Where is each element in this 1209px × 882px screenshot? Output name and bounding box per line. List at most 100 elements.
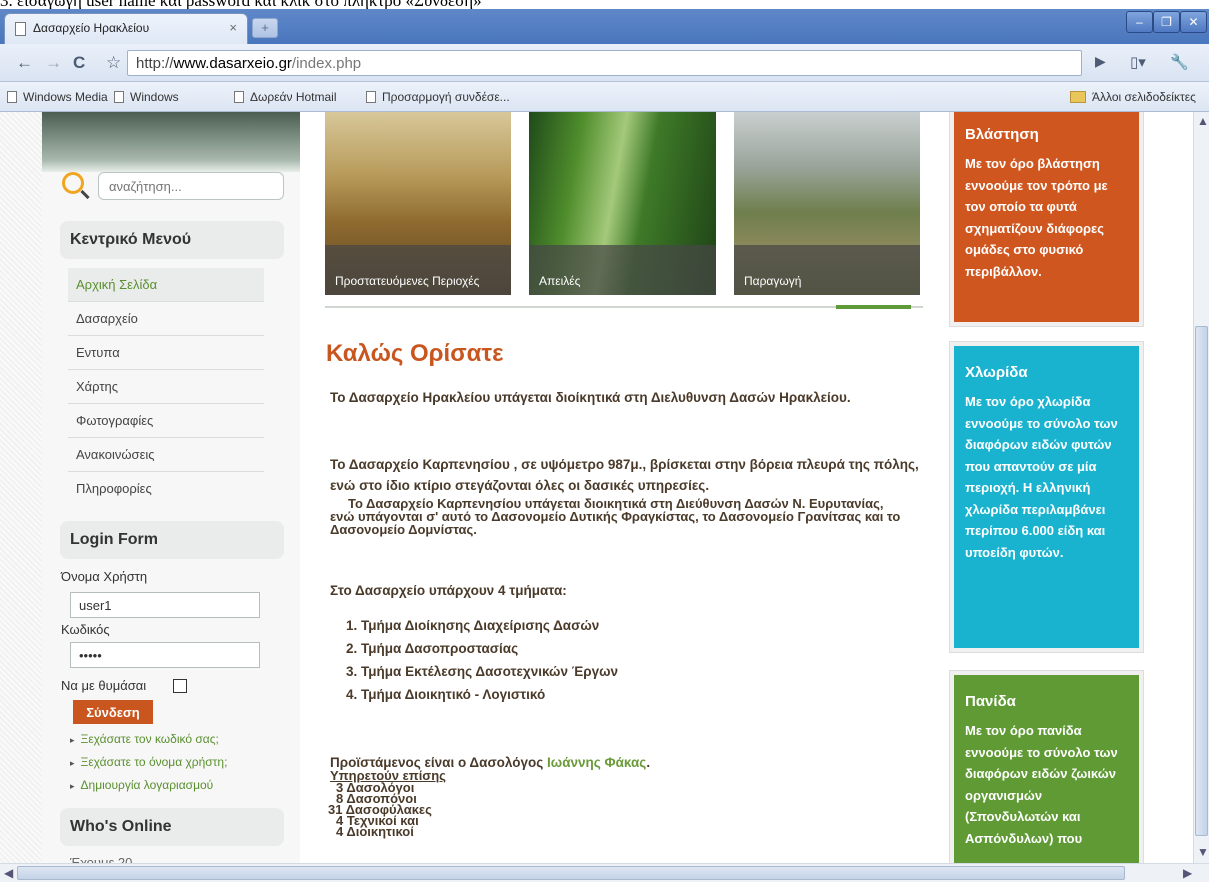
minimize-button[interactable]: – — [1126, 11, 1153, 33]
department-item: Τμήμα Διοίκησης Διαχείρισης Δασών — [361, 618, 600, 633]
department-item: Τμήμα Δασοπροστασίας — [361, 641, 519, 656]
close-window-button[interactable]: ✕ — [1180, 11, 1207, 33]
fauna-box: Πανίδα Με τον όρο πανίδα εννοούμε το σύν… — [949, 670, 1144, 863]
vertical-scroll-thumb[interactable] — [1195, 326, 1208, 836]
menu-item-map[interactable]: Χάρτης — [68, 370, 264, 404]
username-label: Όνομα Χρήστη — [61, 569, 148, 584]
department-item: Τμήμα Διοικητικό - Λογιστικό — [361, 687, 546, 702]
page-icon — [366, 91, 376, 103]
left-sidebar: Κεντρικό Μενού Αρχική Σελίδα Δασαρχείο Ε… — [0, 112, 300, 863]
username-field[interactable] — [70, 592, 260, 618]
head-name-link[interactable]: Ιωάννης Φάκας — [547, 755, 646, 770]
bookmark-label: Δωρεάν Hotmail — [250, 90, 337, 104]
page-menu-icon[interactable]: ▯▾ — [1130, 53, 1146, 71]
scroll-up-icon[interactable]: ▲ — [1197, 114, 1209, 128]
whos-online-title: Who's Online — [60, 808, 284, 846]
list-item: 4. Τμήμα Διοικητικό - Λογιστικό — [346, 687, 546, 702]
password-field[interactable] — [70, 642, 260, 668]
flora-box: Χλωρίδα Με τον όρο χλωρίδα εννοούμε το σ… — [949, 341, 1144, 653]
header-image — [42, 112, 300, 172]
close-tab-icon[interactable]: × — [229, 20, 237, 35]
intro-paragraph: Το Δασαρχείο Ηρακλείου υπάγεται διοίκητι… — [330, 390, 851, 405]
document-caption: 3. εισαγωγή user name και password και κ… — [0, 0, 1209, 9]
page-title: Καλώς Ορίσατε — [326, 340, 504, 367]
other-bookmarks[interactable]: Άλλοι σελιδοδείκτες — [1070, 90, 1196, 104]
list-item: 1. Τμήμα Διοίκησης Διαχείρισης Δασών — [346, 618, 600, 633]
forgot-password-link[interactable]: Ξεχάσατε τον κωδικό σας; — [70, 732, 219, 746]
page-icon — [7, 91, 17, 103]
menu-item-home[interactable]: Αρχική Σελίδα — [68, 268, 264, 302]
menu-item-photos[interactable]: Φωτογραφίες — [68, 404, 264, 438]
menu-item-forestry-office[interactable]: Δασαρχείο — [68, 302, 264, 336]
address-bar[interactable]: http://www.dasarxeio.gr/index.php — [127, 50, 1082, 76]
image-production[interactable]: Παραγωγή — [734, 112, 920, 295]
search-input[interactable] — [98, 172, 284, 200]
remember-me-label: Να με θυμάσαι — [61, 678, 147, 693]
menu-item-forms[interactable]: Εντυπα — [68, 336, 264, 370]
forward-icon[interactable]: → — [45, 53, 62, 73]
departments-list: 1. Τμήμα Διοίκησης Διαχείρισης Δασών 2. … — [346, 614, 618, 706]
bookmarks-bar: Windows Media Windows Δωρεάν Hotmail Προ… — [0, 82, 1209, 112]
image-caption: Απειλές — [529, 245, 716, 295]
list-item: 3. Τμήμα Εκτέλεσης Δασοτεχνικών Έργων — [346, 664, 618, 679]
new-tab-button[interactable]: + — [252, 18, 278, 38]
star-icon[interactable]: ☆ — [106, 53, 121, 73]
browser-tab[interactable]: Δασαρχείο Ηρακλείου × — [4, 13, 248, 44]
main-menu-title: Κεντρικό Μενού — [60, 221, 284, 259]
play-icon[interactable]: ▶ — [1095, 53, 1106, 70]
search-icon[interactable] — [62, 172, 84, 194]
forgot-username-link[interactable]: Ξεχάσατε το όνομα χρήστη; — [70, 755, 228, 769]
department-item: Τμήμα Εκτέλεσης Δασοτεχνικών Έργων — [361, 664, 618, 679]
image-caption: Παραγωγή — [734, 245, 920, 295]
reload-icon[interactable]: C — [73, 53, 85, 73]
bookmark-label: Windows — [130, 90, 179, 104]
scroll-right-icon[interactable]: ▶ — [1183, 866, 1192, 880]
other-bookmarks-label: Άλλοι σελιδοδείκτες — [1092, 90, 1196, 104]
bookmark-customize-links[interactable]: Προσαρμογή συνδέσε... — [366, 90, 510, 104]
bookmark-label: Windows Media — [23, 90, 108, 104]
login-button[interactable]: Σύνδεση — [73, 700, 153, 724]
vertical-scrollbar[interactable]: ▲ ▼ — [1193, 112, 1209, 863]
create-account-link[interactable]: Δημιουργία λογαριασμού — [70, 778, 214, 792]
maximize-button[interactable]: ❐ — [1153, 11, 1180, 33]
image-threats[interactable]: Απειλές — [529, 112, 716, 295]
horizontal-scrollbar[interactable]: ◀ ▶ — [0, 863, 1209, 882]
head-suffix: . — [646, 755, 651, 770]
administration-paragraph: Το Δασαρχείο Καρπενησίου υπάγεται διοικη… — [330, 496, 901, 537]
page-icon — [15, 22, 26, 36]
tab-title: Δασαρχείο Ηρακλείου — [33, 21, 150, 35]
menu-item-announcements[interactable]: Ανακοινώσεις — [68, 438, 264, 472]
url-prefix: http:// — [136, 55, 174, 72]
box-text: Με τον όρο πανίδα εννοούμε το σύνολο των… — [965, 723, 1118, 846]
login-form-title: Login Form — [60, 521, 284, 559]
page-viewport: Κεντρικό Μενού Αρχική Σελίδα Δασαρχείο Ε… — [0, 112, 1193, 863]
box-title: Βλάστηση — [965, 126, 1039, 143]
box-text: Με τον όρο χλωρίδα εννοούμε το σύνολο τω… — [965, 394, 1118, 560]
remember-me-checkbox[interactable] — [173, 679, 187, 693]
box-title: Χλωρίδα — [965, 364, 1028, 381]
location-paragraph: Το Δασαρχείο Καρπενησίου , σε υψόμετρο 9… — [330, 457, 919, 493]
image-protected-areas[interactable]: Προστατευόμενες Περιοχές — [325, 112, 511, 295]
staff-item: 4 Διοικητικοί — [336, 824, 414, 839]
wrench-icon[interactable]: 🔧 — [1170, 53, 1189, 71]
whos-online-text: Έχουμε 20 — [70, 855, 133, 863]
bookmark-label: Προσαρμογή συνδέσε... — [382, 90, 510, 104]
divider — [325, 306, 923, 308]
browser-titlebar: Δασαρχείο Ηρακλείου × + – ❐ ✕ — [0, 9, 1209, 44]
horizontal-scroll-thumb[interactable] — [17, 866, 1125, 880]
scroll-down-icon[interactable]: ▼ — [1197, 845, 1209, 859]
departments-intro: Στο Δασαρχείο υπάρχουν 4 τμήματα: — [330, 583, 567, 598]
bookmark-windows-media[interactable]: Windows Media — [7, 90, 108, 104]
list-item: 2. Τμήμα Δασοπροστασίας — [346, 641, 519, 656]
menu-item-info[interactable]: Πληροφορίες — [68, 472, 264, 506]
page-background — [0, 112, 42, 863]
box-title: Πανίδα — [965, 693, 1016, 710]
url-path: /index.php — [291, 55, 362, 72]
password-label: Κωδικός — [61, 622, 110, 637]
scroll-left-icon[interactable]: ◀ — [4, 866, 13, 880]
browser-toolbar: ← → C ☆ http://www.dasarxeio.gr/index.ph… — [0, 44, 1209, 82]
bookmark-hotmail[interactable]: Δωρεάν Hotmail — [234, 90, 337, 104]
back-icon[interactable]: ← — [16, 53, 33, 73]
search-area — [58, 170, 298, 210]
bookmark-windows[interactable]: Windows — [114, 90, 179, 104]
